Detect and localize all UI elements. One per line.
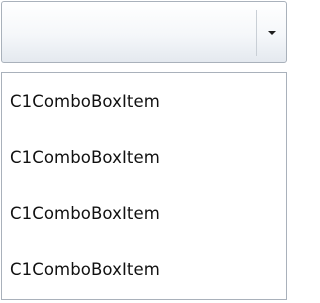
combo-item-label: C1ComboBoxItem bbox=[10, 147, 160, 167]
chevron-down-icon bbox=[268, 31, 276, 35]
combo-box[interactable] bbox=[1, 1, 287, 63]
dropdown-toggle-button[interactable] bbox=[257, 2, 287, 62]
dropdown-list: C1ComboBoxItem C1ComboBoxItem C1ComboBox… bbox=[1, 72, 287, 300]
combo-item[interactable]: C1ComboBoxItem bbox=[2, 185, 286, 241]
combo-selected-text[interactable] bbox=[10, 2, 258, 62]
combo-item-label: C1ComboBoxItem bbox=[10, 91, 160, 111]
combo-item-label: C1ComboBoxItem bbox=[10, 203, 160, 223]
combo-item-label: C1ComboBoxItem bbox=[10, 259, 160, 279]
combo-item[interactable]: C1ComboBoxItem bbox=[2, 241, 286, 297]
combo-item[interactable]: C1ComboBoxItem bbox=[2, 129, 286, 185]
combo-item[interactable]: C1ComboBoxItem bbox=[2, 73, 286, 129]
